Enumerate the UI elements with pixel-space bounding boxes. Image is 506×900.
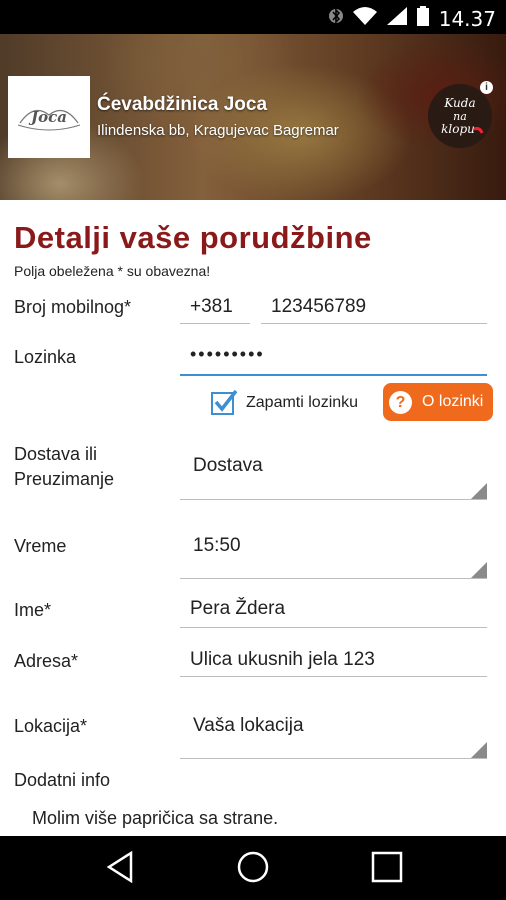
time-select[interactable]: 15:50 <box>193 535 241 557</box>
phone-prefix-underline <box>180 323 250 324</box>
name-input[interactable]: Pera Ždera <box>190 598 285 620</box>
back-icon[interactable] <box>105 850 135 889</box>
extra-info-label: Dodatni info <box>14 770 111 790</box>
address-input[interactable]: Ulica ukusnih jela 123 <box>190 649 375 671</box>
svg-text:Joca: Joca <box>28 108 67 126</box>
location-label: Lokacija* <box>14 716 88 736</box>
restaurant-name: Ćevabdžinica Joca <box>97 94 268 115</box>
signal-icon <box>386 7 407 30</box>
address-label: Adresa* <box>14 651 79 671</box>
time-label: Vreme <box>14 536 67 556</box>
required-note: Polja obeležena * su obavezna! <box>14 263 211 279</box>
phone-prefix-input[interactable]: +381 <box>190 296 233 318</box>
about-password-button[interactable]: ? O lozinki <box>383 383 493 421</box>
svg-text:klopu: klopu <box>441 122 475 136</box>
remember-password-checkbox[interactable] <box>211 389 238 415</box>
name-underline <box>180 627 487 628</box>
password-input[interactable]: ••••••••• <box>190 344 265 365</box>
question-icon: ? <box>389 390 412 414</box>
wifi-icon <box>352 7 377 30</box>
delivery-label-line2: Preuzimanje <box>14 469 115 489</box>
info-icon[interactable]: i <box>480 81 493 94</box>
extra-info-input[interactable]: Molim više papričica sa strane. <box>32 808 278 829</box>
password-underline <box>180 374 487 376</box>
delivery-select[interactable]: Dostava <box>193 455 263 477</box>
order-details-form: Detalji vaše porudžbine Polja obeležena … <box>0 200 506 836</box>
svg-text:Kuda: Kuda <box>443 96 475 110</box>
restaurant-address: Ilindenska bb, Kragujevac Bagremar <box>97 122 339 139</box>
delivery-label-line1: Dostava ili <box>14 444 98 464</box>
restaurant-logo[interactable]: Joca <box>8 76 90 158</box>
password-label: Lozinka <box>14 347 77 367</box>
page-title: Detalji vaše porudžbine <box>14 220 372 255</box>
recents-icon[interactable] <box>371 850 403 889</box>
time-dropdown-icon[interactable] <box>471 562 487 578</box>
delivery-underline <box>180 499 487 500</box>
time-underline <box>180 578 487 579</box>
phone-label: Broj mobilnog* <box>14 297 132 317</box>
phone-number-underline <box>261 323 487 324</box>
battery-icon <box>416 6 429 31</box>
navigation-bar <box>0 836 506 900</box>
status-bar: 14.37 <box>0 0 506 34</box>
location-select[interactable]: Vaša lokacija <box>193 715 304 737</box>
remember-password-label: Zapamti lozinku <box>246 394 359 411</box>
address-underline <box>180 676 487 677</box>
delivery-dropdown-icon[interactable] <box>471 483 487 499</box>
name-label: Ime* <box>14 600 52 620</box>
about-password-label: O lozinki <box>422 393 484 410</box>
clock: 14.37 <box>438 6 496 31</box>
restaurant-header: Joca Ćevabdžinica Joca Ilindenska bb, Kr… <box>0 34 506 200</box>
kuda-na-klopu-badge[interactable]: Kuda na klopu <box>428 84 492 148</box>
location-dropdown-icon[interactable] <box>471 742 487 758</box>
bluetooth-icon <box>328 6 343 31</box>
home-icon[interactable] <box>236 850 270 889</box>
location-underline <box>180 758 487 759</box>
phone-number-input[interactable]: 123456789 <box>271 296 366 318</box>
